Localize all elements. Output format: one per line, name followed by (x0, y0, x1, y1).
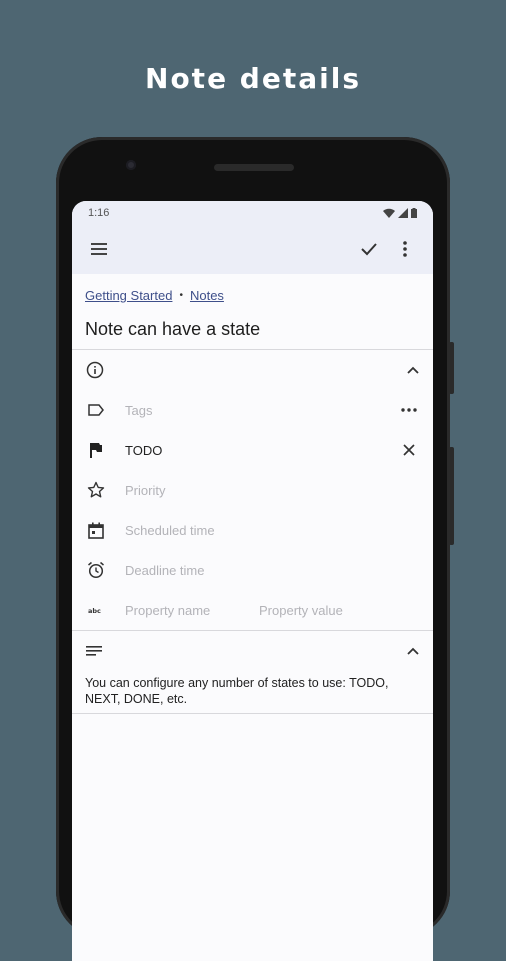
note-content[interactable]: You can configure any number of states t… (72, 671, 433, 713)
property-value-field[interactable]: Property value (259, 603, 343, 618)
chevron-up-icon[interactable] (407, 366, 419, 374)
content-section-header[interactable] (72, 631, 433, 671)
divider (72, 713, 433, 714)
property-row[interactable]: abc Property name Property value (72, 590, 433, 630)
flag-icon (86, 440, 106, 460)
breadcrumb: Getting Started • Notes (72, 274, 433, 303)
tags-field[interactable]: Tags (125, 403, 152, 418)
notes-text-icon (86, 646, 102, 656)
calendar-icon (86, 520, 106, 540)
screenshot-caption: Note details (145, 62, 361, 95)
done-button[interactable] (351, 231, 387, 267)
star-icon (86, 480, 106, 500)
more-horiz-icon[interactable] (399, 400, 419, 420)
app-screen: 1:16 Getting Started • Notes Note can ha… (72, 201, 433, 961)
more-vert-icon (403, 241, 407, 257)
hamburger-menu-icon (91, 243, 107, 255)
metadata-section-header[interactable] (72, 350, 433, 390)
status-icons (383, 207, 417, 218)
volume-button (449, 447, 454, 545)
label-icon (86, 400, 106, 420)
scheduled-row[interactable]: Scheduled time (72, 510, 433, 550)
checkmark-icon (361, 243, 377, 256)
alarm-clock-icon (86, 560, 106, 580)
state-row[interactable]: TODO (72, 430, 433, 470)
tags-row[interactable]: Tags (72, 390, 433, 430)
state-value[interactable]: TODO (125, 443, 162, 458)
breadcrumb-book-link[interactable]: Getting Started (85, 288, 172, 303)
scheduled-time-field[interactable]: Scheduled time (125, 523, 215, 538)
status-time: 1:16 (88, 206, 110, 219)
note-title-field[interactable]: Note can have a state (72, 303, 433, 339)
wifi-icon (383, 208, 395, 218)
deadline-time-field[interactable]: Deadline time (125, 563, 205, 578)
property-name-field[interactable]: Property name (125, 603, 210, 618)
svg-text:abc: abc (88, 607, 101, 614)
breadcrumb-separator: • (179, 290, 183, 301)
close-icon[interactable] (399, 440, 419, 460)
priority-row[interactable]: Priority (72, 470, 433, 510)
deadline-row[interactable]: Deadline time (72, 550, 433, 590)
front-camera (126, 160, 136, 170)
priority-field[interactable]: Priority (125, 483, 165, 498)
overflow-menu-button[interactable] (387, 231, 423, 267)
earpiece-speaker (214, 164, 294, 171)
abc-icon: abc (86, 600, 106, 620)
signal-icon (398, 207, 408, 218)
power-button (449, 342, 454, 394)
battery-icon (411, 207, 417, 218)
chevron-up-icon[interactable] (407, 647, 419, 655)
info-icon (86, 361, 104, 379)
toolbar (72, 224, 433, 274)
phone-frame: 1:16 Getting Started • Notes Note can ha… (56, 137, 454, 961)
breadcrumb-note-link[interactable]: Notes (190, 288, 224, 303)
menu-button[interactable] (82, 231, 118, 267)
status-bar: 1:16 (72, 201, 433, 224)
